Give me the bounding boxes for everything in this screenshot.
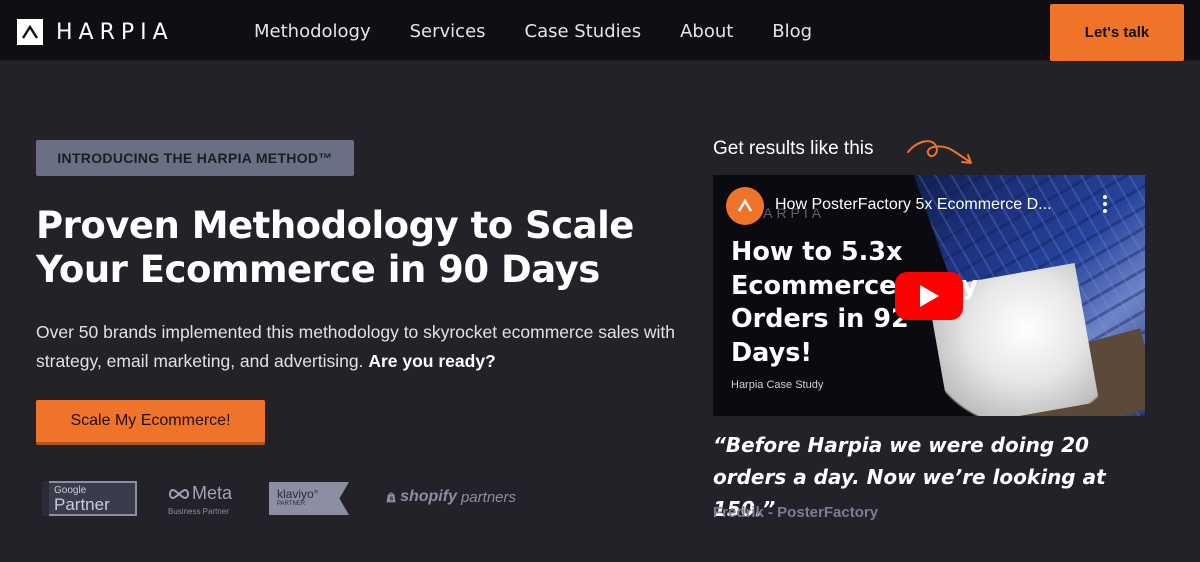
hero-description-bold: Are you ready? <box>368 351 496 371</box>
klaviyo-partner-large: klaviyo° <box>277 487 319 501</box>
shopify-partner-large: shopify <box>400 488 457 505</box>
video-title[interactable]: How PosterFactory 5x Ecommerce D... <box>775 196 1085 214</box>
shopify-partner-small: partners <box>460 488 516 506</box>
curly-arrow-icon <box>907 140 972 164</box>
logo[interactable]: HARPIA <box>17 18 174 46</box>
klaviyo-partner-small: PARTNER <box>277 501 306 507</box>
video-more-icon[interactable] <box>1103 195 1109 216</box>
video-embed[interactable]: HARPIA How PosterFactory 5x Ecommerce D.… <box>713 175 1145 416</box>
shopify-bag-icon: S <box>386 492 396 503</box>
nav-item-case-studies[interactable]: Case Studies <box>525 21 642 42</box>
google-partner-badge: Google Partner <box>42 481 137 516</box>
nav-item-services[interactable]: Services <box>410 21 486 42</box>
testimonial-author: Fredrik - PosterFactory <box>713 504 879 521</box>
shopify-partner-badge: S shopify partners <box>386 487 516 507</box>
results-label: Get results like this <box>713 138 874 159</box>
top-navbar: HARPIA Methodology Services Case Studies… <box>0 0 1200 61</box>
meta-partner-badge: Meta Business Partner <box>168 483 238 516</box>
video-subtitle: Harpia Case Study <box>731 379 824 391</box>
meta-partner-text: Meta <box>192 483 233 503</box>
meta-infinity-icon <box>169 488 189 499</box>
logo-mark-icon <box>17 19 43 45</box>
google-badge-side <box>42 481 49 516</box>
meta-partner-small: Business Partner <box>168 507 229 516</box>
google-partner-large: Partner <box>54 495 110 514</box>
hero-description-text: Over 50 brands implemented this methodol… <box>36 322 676 371</box>
play-button[interactable] <box>895 272 963 320</box>
hero-description: Over 50 brands implemented this methodol… <box>36 318 696 376</box>
logo-text: HARPIA <box>56 19 174 45</box>
intro-badge: INTRODUCING THE HARPIA METHOD™ <box>36 140 354 176</box>
channel-logo-icon <box>737 198 753 212</box>
nav-item-blog[interactable]: Blog <box>772 21 812 42</box>
hero-title: Proven Methodology to Scale Your Ecommer… <box>36 204 634 291</box>
nav-links: Methodology Services Case Studies About … <box>254 21 851 42</box>
svg-text:S: S <box>390 497 394 503</box>
nav-item-methodology[interactable]: Methodology <box>254 21 371 42</box>
scale-ecommerce-button[interactable]: Scale My Ecommerce! <box>36 400 265 442</box>
meta-partner-large: Meta <box>168 483 238 504</box>
play-icon <box>920 285 939 307</box>
lets-talk-button[interactable]: Let's talk <box>1050 4 1184 61</box>
klaviyo-partner-badge: klaviyo° PARTNER <box>269 482 349 515</box>
nav-item-about[interactable]: About <box>680 21 733 42</box>
channel-avatar[interactable] <box>726 187 764 225</box>
